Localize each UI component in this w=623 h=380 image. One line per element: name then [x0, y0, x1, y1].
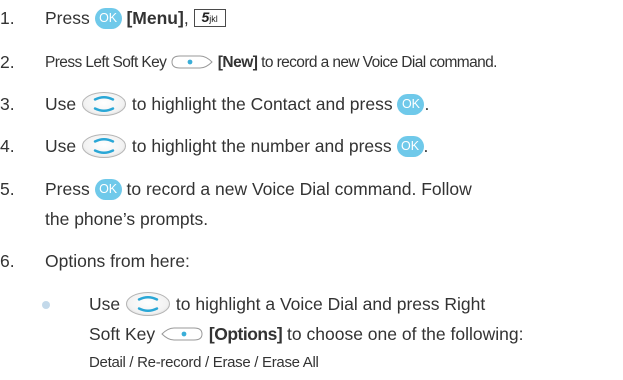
- step-text-part: Press: [45, 8, 90, 28]
- options-label: [Options]: [208, 324, 283, 344]
- step-text-part: ,: [183, 8, 189, 28]
- bullet-icon: [42, 301, 50, 309]
- sub-text-part: to highlight a Voice Dial and press Righ…: [175, 294, 486, 314]
- step-text-part: Press Left Soft Key: [45, 54, 167, 71]
- ok-key-icon: OK: [397, 93, 425, 115]
- step-number: 4.: [0, 136, 15, 156]
- sub-text-line-2-body: Soft Key [Options] to choose one of the …: [89, 322, 523, 347]
- step-text: Press OK to record a new Voice Dial comm…: [45, 177, 472, 202]
- step-text-part: to highlight the Contact and press: [131, 94, 393, 114]
- navigation-key-icon: [126, 292, 170, 317]
- right-soft-key-icon: [161, 327, 203, 341]
- step-text-part: to record a new Voice Dial command.: [261, 54, 497, 71]
- step-number: 2.: [0, 52, 15, 72]
- step-text: Use to highlight the number and press OK…: [45, 134, 428, 160]
- step-text-part: .: [423, 136, 429, 156]
- step-text-part: Press: [45, 179, 90, 199]
- step-text: Use to highlight the Contact and press O…: [45, 92, 429, 118]
- step-text-part: .: [424, 94, 430, 114]
- step-text-part: to highlight the number and press: [131, 136, 392, 156]
- step-number: 5.: [0, 179, 15, 199]
- number-5-key-icon: 5jkl: [193, 9, 226, 28]
- navigation-key-icon: [82, 92, 126, 117]
- ok-key-icon: OK: [396, 135, 424, 157]
- step-text: Options from here:: [45, 251, 190, 271]
- step-number: 3.: [0, 94, 15, 114]
- step-number: 1.: [0, 8, 15, 28]
- step-text: the phone’s prompts.: [45, 209, 209, 229]
- step-text: Press OK [Menu], 5jkl: [45, 6, 226, 31]
- sub-text-part: Soft Key: [89, 324, 156, 344]
- sub-text-part: Use: [89, 294, 121, 314]
- sub-text-line-1: Use to highlight a Voice Dial and press …: [89, 292, 485, 318]
- left-soft-key-icon: [171, 55, 213, 69]
- instruction-page: 1. Press OK [Menu], 5jkl 2. Press Left S…: [0, 0, 623, 380]
- new-label: [New]: [217, 54, 258, 71]
- menu-label: [Menu]: [126, 8, 184, 28]
- step-text-part: Use: [45, 94, 77, 114]
- step-text: Press Left Soft Key [New] to record a ne…: [45, 50, 497, 75]
- ok-key-icon: OK: [94, 178, 122, 200]
- ok-key-icon: OK: [94, 7, 122, 29]
- options-list: Detail / Re-record / Erase / Erase All: [89, 354, 319, 371]
- sub-text-part: to choose one of the following:: [287, 324, 524, 344]
- step-number: 6.: [0, 251, 15, 271]
- navigation-key-icon: [82, 134, 126, 159]
- step-text-part: Use: [45, 136, 77, 156]
- key-letters: jkl: [209, 14, 218, 25]
- step-text-part: to record a new Voice Dial command. Foll…: [126, 179, 472, 199]
